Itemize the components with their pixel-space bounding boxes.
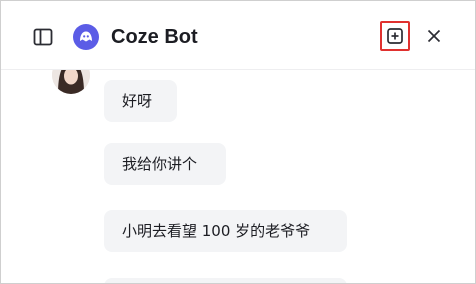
sidebar-panel-icon — [33, 28, 53, 46]
message-bubble: 好呀 — [104, 80, 177, 122]
sidebar-toggle-button[interactable] — [31, 25, 55, 49]
close-button[interactable] — [423, 25, 445, 47]
message-bubble-partial — [104, 278, 347, 283]
user-photo-icon — [52, 70, 90, 94]
message-list[interactable]: 好呀 我给你讲个 小明去看望 100 岁的老爷爷 — [1, 70, 475, 283]
chat-header: Coze Bot — [1, 1, 475, 70]
avatar — [52, 70, 90, 94]
message-bubble: 小明去看望 100 岁的老爷爷 — [104, 210, 347, 252]
coze-logo-icon — [80, 31, 92, 42]
plus-square-icon — [387, 28, 403, 44]
chat-window: Coze Bot 好呀 我给你讲个 小明去看望 100 岁的老爷爷 — [0, 0, 476, 284]
close-icon — [427, 29, 441, 43]
page-title: Coze Bot — [111, 26, 198, 48]
bot-avatar — [73, 24, 99, 50]
new-chat-button[interactable] — [380, 21, 410, 51]
message-bubble: 我给你讲个 — [104, 143, 226, 185]
